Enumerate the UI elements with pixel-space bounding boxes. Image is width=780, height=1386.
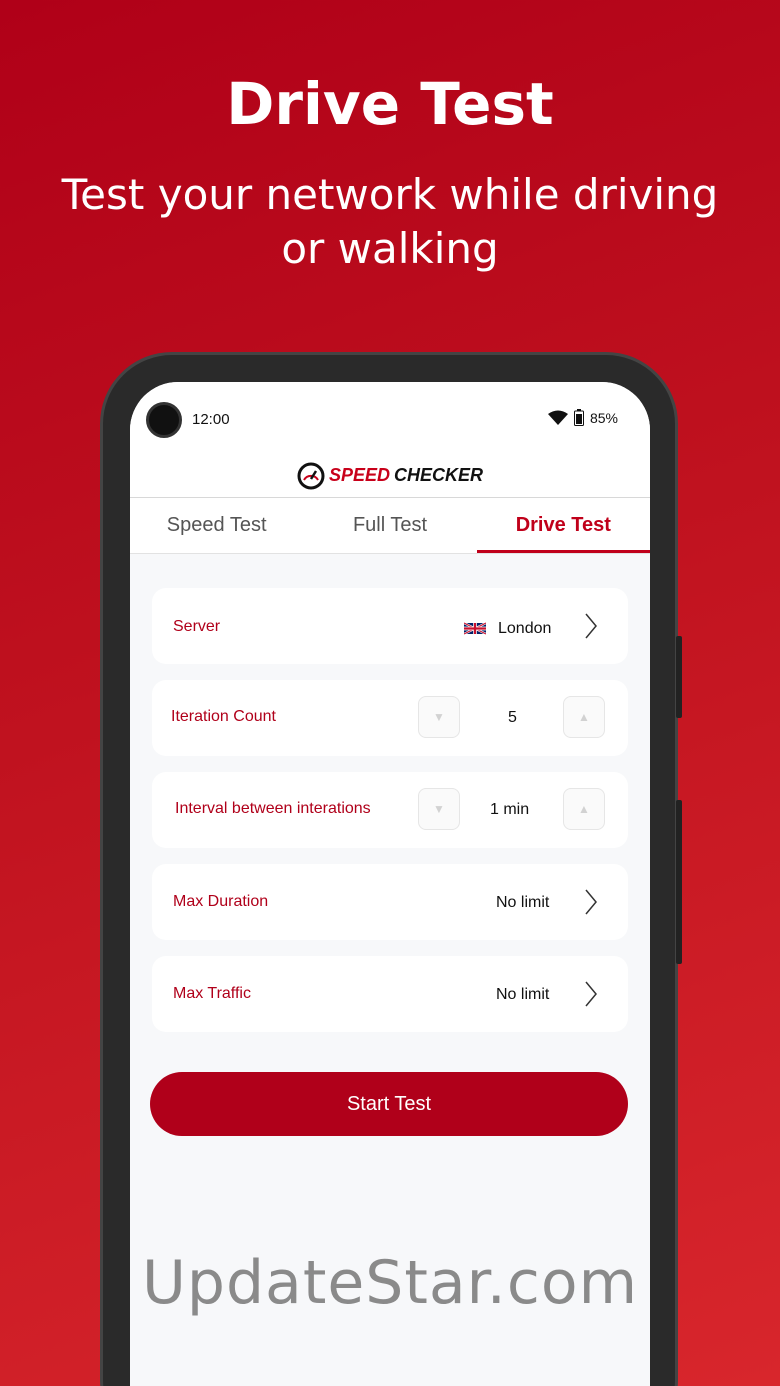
speedchecker-logo: SPEED CHECKER [297, 462, 483, 490]
interval-row: Interval between interations ▼ 1 min ▲ [152, 772, 628, 848]
server-value: London [498, 620, 552, 637]
watermark: UpdateStar.com [141, 1248, 639, 1318]
status-bar: 12:00 85% [130, 382, 650, 454]
interval-increment-button[interactable]: ▲ [563, 788, 605, 830]
start-test-button[interactable]: Start Test [150, 1072, 628, 1136]
iteration-increment-button[interactable]: ▲ [563, 696, 605, 738]
wifi-icon [547, 410, 568, 425]
interval-label: Interval between interations [175, 800, 371, 817]
max-traffic-row[interactable]: Max Traffic No limit [152, 956, 628, 1032]
speedometer-icon [297, 462, 325, 489]
phone-side-button [676, 636, 682, 718]
triangle-down-icon: ▼ [433, 802, 445, 816]
max-traffic-label: Max Traffic [173, 985, 251, 1002]
max-duration-label: Max Duration [173, 893, 269, 910]
tab-drive-test[interactable]: Drive Test [476, 498, 650, 553]
interval-value: 1 min [490, 801, 530, 818]
promo-subtitle: Test your network while driving or walki… [61, 170, 719, 273]
iteration-decrement-button[interactable]: ▼ [418, 696, 460, 738]
triangle-up-icon: ▲ [578, 710, 590, 724]
server-label: Server [173, 618, 221, 635]
max-duration-value: No limit [496, 894, 550, 911]
tab-bar: Speed Test Full Test Drive Test [130, 498, 650, 554]
phone-volume-button [676, 800, 682, 964]
tab-speed-test[interactable]: Speed Test [130, 498, 303, 553]
logo-text-speed: SPEED [328, 465, 390, 485]
max-traffic-value: No limit [496, 986, 550, 1003]
iteration-count-label: Iteration Count [171, 708, 276, 725]
status-time: 12:00 [192, 411, 230, 428]
chevron-right-icon [585, 889, 597, 915]
max-duration-row[interactable]: Max Duration No limit [152, 864, 628, 940]
promo-title: Drive Test [226, 70, 554, 138]
uk-flag-icon [464, 622, 486, 635]
phone-screen: 12:00 85% SPEED CHECKER Speed Test Full T… [130, 382, 650, 1386]
status-icons: 85% [547, 409, 618, 426]
iteration-count-row: Iteration Count ▼ 5 ▲ [152, 680, 628, 756]
chevron-right-icon [585, 613, 597, 639]
triangle-up-icon: ▲ [578, 802, 590, 816]
battery-percent: 85% [589, 409, 618, 426]
camera-icon [146, 402, 182, 438]
chevron-right-icon [585, 981, 597, 1007]
iteration-count-value: 5 [508, 709, 517, 726]
server-row[interactable]: Server London [152, 588, 628, 664]
tab-full-test[interactable]: Full Test [303, 498, 476, 553]
interval-decrement-button[interactable]: ▼ [418, 788, 460, 830]
app-header: SPEED CHECKER [130, 454, 650, 498]
battery-icon [573, 409, 584, 426]
logo-text-checker: CHECKER [394, 465, 484, 485]
triangle-down-icon: ▼ [433, 710, 445, 724]
